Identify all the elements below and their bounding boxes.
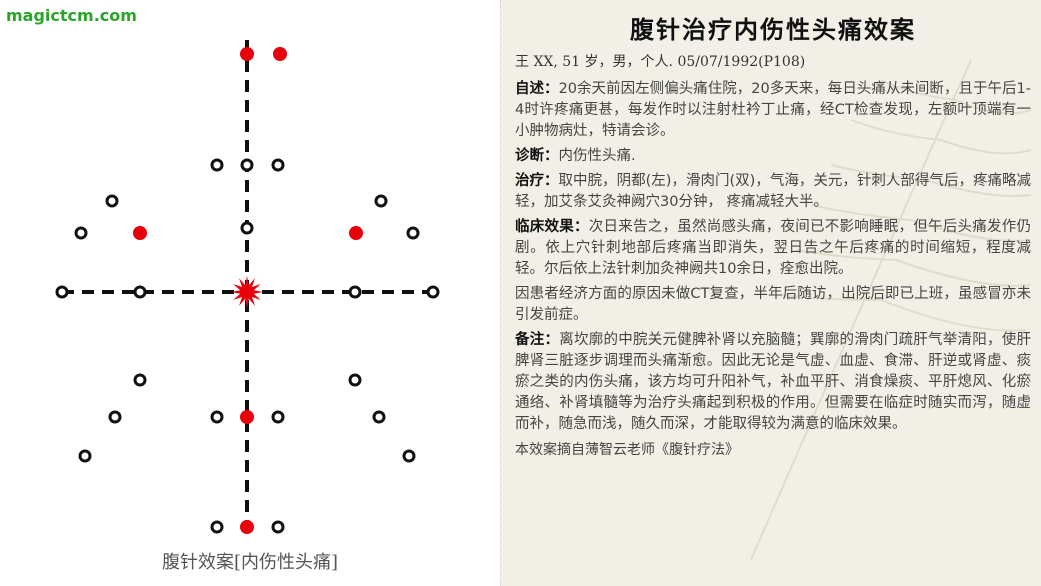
- selected-acupoint: [273, 47, 287, 61]
- acupoint-marker: [105, 194, 119, 208]
- selected-acupoint: [240, 410, 254, 424]
- complaint-text: 20余天前因左侧偏头痛住院，20多天来，每日头痛从未间断，且于午后1-4时许疼痛…: [515, 81, 1032, 139]
- acupoint-marker: [55, 285, 69, 299]
- acupoint-marker: [348, 373, 362, 387]
- patient-info: 王 XX, 51 岁，男，个人. 05/07/1992(P108): [515, 54, 806, 70]
- followup-section: 因患者经济方面的原因未做CT复查，半年后随访，出院后即已上班，虽感冒亦未引发前症…: [515, 284, 1031, 326]
- acupoint-diagram: [55, 40, 440, 534]
- acupoint-marker: [271, 410, 285, 424]
- acupoint-marker: [406, 226, 420, 240]
- complaint-section: 自述：20余天前因左侧偏头痛住院，20多天来，每日头痛从未间断，且于午后1-4时…: [515, 79, 1031, 142]
- acupoint-marker: [271, 520, 285, 534]
- notes-text: 离坎廓的中脘关元健脾补肾以充脑髓；巽廓的滑肉门疏肝气举清阳，使肝脾肾三脏逐步调理…: [515, 332, 1031, 432]
- selected-acupoint: [133, 226, 147, 240]
- acupoint-marker: [133, 285, 147, 299]
- treatment-label: 治疗：: [515, 173, 559, 189]
- followup-text: 因患者经济方面的原因未做CT复查，半年后随访，出院后即已上班，虽感冒亦未引发前症…: [515, 286, 1031, 323]
- acupoint-marker: [372, 410, 386, 424]
- selected-acupoint: [349, 226, 363, 240]
- acupoint-marker: [426, 285, 440, 299]
- effect-label: 临床效果：: [515, 219, 589, 235]
- treatment-text: 取中脘，阴都(左)，滑肉门(双)，气海，关元，针刺人部得气后，疼痛略减轻，加艾条…: [515, 173, 1031, 210]
- navel-center-star: [231, 276, 263, 308]
- acupoint-marker: [348, 285, 362, 299]
- acupoint-marker: [108, 410, 122, 424]
- selected-acupoint: [240, 520, 254, 534]
- diagnosis-label: 诊断：: [515, 148, 559, 164]
- complaint-label: 自述：: [515, 81, 559, 97]
- case-content: 腹针治疗内伤性头痛效案 王 XX, 51 岁，男，个人. 05/07/1992(…: [515, 10, 1031, 459]
- page-title: 腹针治疗内伤性头痛效案: [630, 15, 916, 44]
- acupoint-marker: [271, 158, 285, 172]
- effect-section: 临床效果：次日来告之，虽然尚感头痛，夜间已不影响睡眠，但午后头痛发作仍剧。依上穴…: [515, 217, 1031, 280]
- notes-section: 备注：离坎廓的中脘关元健脾补肾以充脑髓；巽廓的滑肉门疏肝气举清阳，使肝脾肾三脏逐…: [515, 330, 1031, 435]
- acupoint-marker: [78, 449, 92, 463]
- case-panel: 腹针治疗内伤性头痛效案 王 XX, 51 岁，男，个人. 05/07/1992(…: [501, 0, 1041, 586]
- diagram-panel: magictcm.com 腹针效案[内伤性头痛]: [0, 0, 500, 586]
- acupoint-marker: [374, 194, 388, 208]
- effect-text: 次日来告之，虽然尚感头痛，夜间已不影响睡眠，但午后头痛发作仍剧。依上穴针刺地部后…: [515, 219, 1031, 277]
- acupoint-marker: [240, 221, 254, 235]
- acupoint-marker: [210, 520, 224, 534]
- acupoint-marker: [210, 410, 224, 424]
- acupoint-marker: [133, 373, 147, 387]
- notes-label: 备注：: [515, 332, 560, 348]
- source-citation: 本效案摘自薄智云老师《腹针疗法》: [515, 442, 739, 458]
- acupoint-marker: [240, 158, 254, 172]
- diagnosis-section: 诊断：内伤性头痛.: [515, 146, 1031, 167]
- acupoint-marker: [74, 226, 88, 240]
- diagnosis-text: 内伤性头痛.: [558, 148, 636, 164]
- treatment-section: 治疗：取中脘，阴都(左)，滑肉门(双)，气海，关元，针刺人部得气后，疼痛略减轻，…: [515, 171, 1031, 213]
- navel-star-shape: [231, 276, 263, 308]
- acupoint-marker: [210, 158, 224, 172]
- diagram-caption: 腹针效案[内伤性头痛]: [161, 552, 339, 573]
- acupoint-marker: [402, 449, 416, 463]
- selected-acupoint: [240, 47, 254, 61]
